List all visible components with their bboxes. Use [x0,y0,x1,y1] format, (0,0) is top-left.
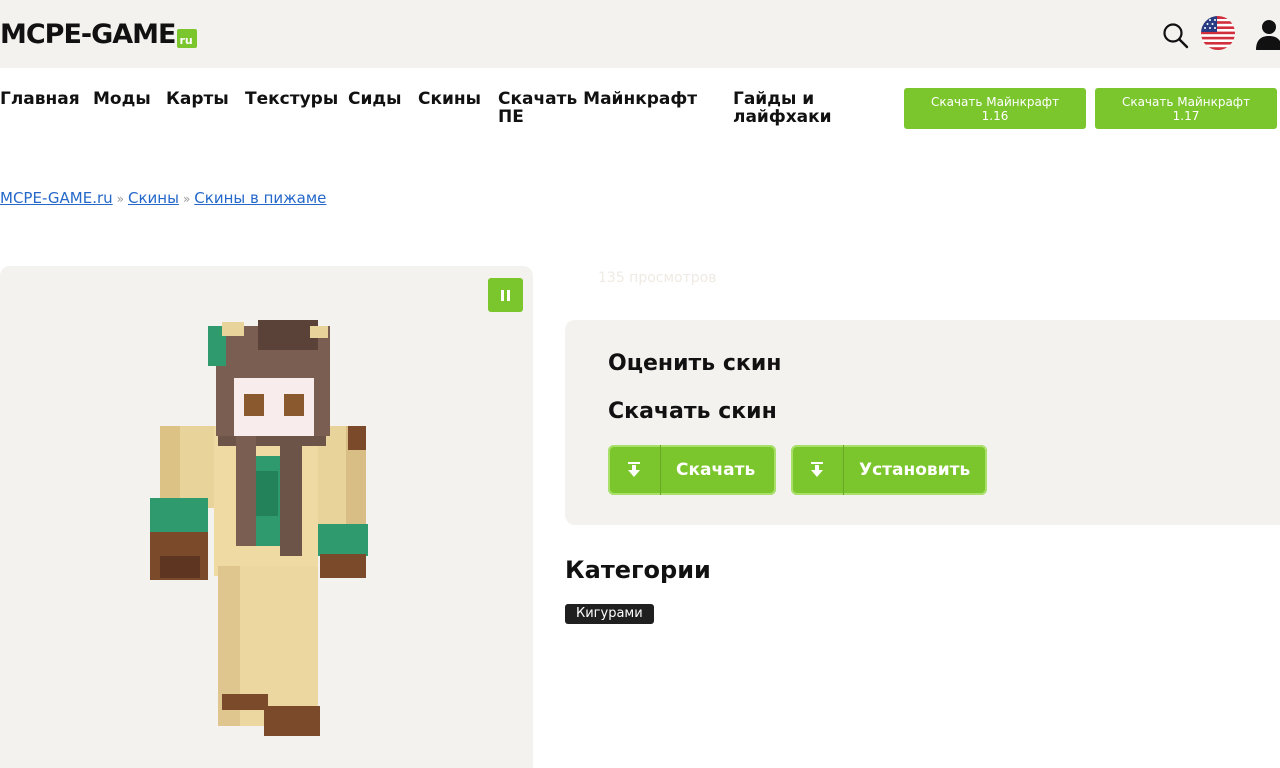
download-skin-heading: Скачать скин [608,399,777,424]
skin-preview[interactable] [0,266,533,768]
install-button-label: Установить [859,460,971,480]
breadcrumb-pajama-skins-link[interactable]: Скины в пижаме [194,189,326,207]
install-skin-button[interactable]: Установить [791,445,987,495]
download-skin-button[interactable]: Скачать [608,445,776,495]
pause-animation-button[interactable] [488,278,523,312]
breadcrumb-separator: » [116,192,124,206]
download-1-16-button[interactable]: Скачать Майнкрафт 1.16 [904,88,1086,129]
cta-version: 1.17 [1172,108,1200,123]
nav-item-skins[interactable]: Скины [418,90,481,108]
logo-domain-badge: ru [176,28,197,48]
nav-item-seeds[interactable]: Сиды [348,90,402,108]
nav-item-home[interactable]: Главная [0,90,80,108]
nav-item-guides[interactable]: Гайды и лайфхаки [733,90,858,126]
download-icon [608,445,661,495]
breadcrumb-skins-link[interactable]: Скины [128,189,179,207]
breadcrumb-separator: » [182,192,191,206]
cta-label: Скачать Майнкрафт [930,94,1060,109]
category-tag[interactable]: Кигурами [565,604,654,624]
nav-item-mods[interactable]: Моды [93,90,151,108]
categories-heading: Категории [565,556,711,584]
cta-label: Скачать Майнкрафт [1121,94,1251,109]
download-1-17-button[interactable]: Скачать Майнкрафт 1.17 [1095,88,1277,129]
nav-item-download-minecraft-pe[interactable]: Скачать Майнкрафт ПЕ [498,90,703,126]
install-icon [791,445,844,495]
views-count: 135 просмотров [598,270,717,286]
skin-render [150,320,368,736]
site-logo[interactable]: MCPE-GAME ru [0,14,197,54]
user-icon[interactable] [1252,18,1280,50]
nav-item-textures[interactable]: Текстуры [245,90,338,108]
download-button-label: Скачать [676,460,756,480]
cta-version: 1.16 [981,108,1009,123]
language-flag-icon[interactable] [1201,16,1235,50]
pause-icon [501,289,504,301]
search-icon[interactable] [1160,20,1190,50]
breadcrumb-home-link[interactable]: MCPE-GAME.ru [0,189,113,207]
pause-icon [507,289,510,301]
nav-item-maps[interactable]: Карты [166,90,229,108]
logo-text: MCPE-GAME [0,18,176,50]
rate-skin-heading: Оценить скин [608,351,782,376]
breadcrumb: MCPE-GAME.ru» Скины» Скины в пижаме [0,189,326,207]
